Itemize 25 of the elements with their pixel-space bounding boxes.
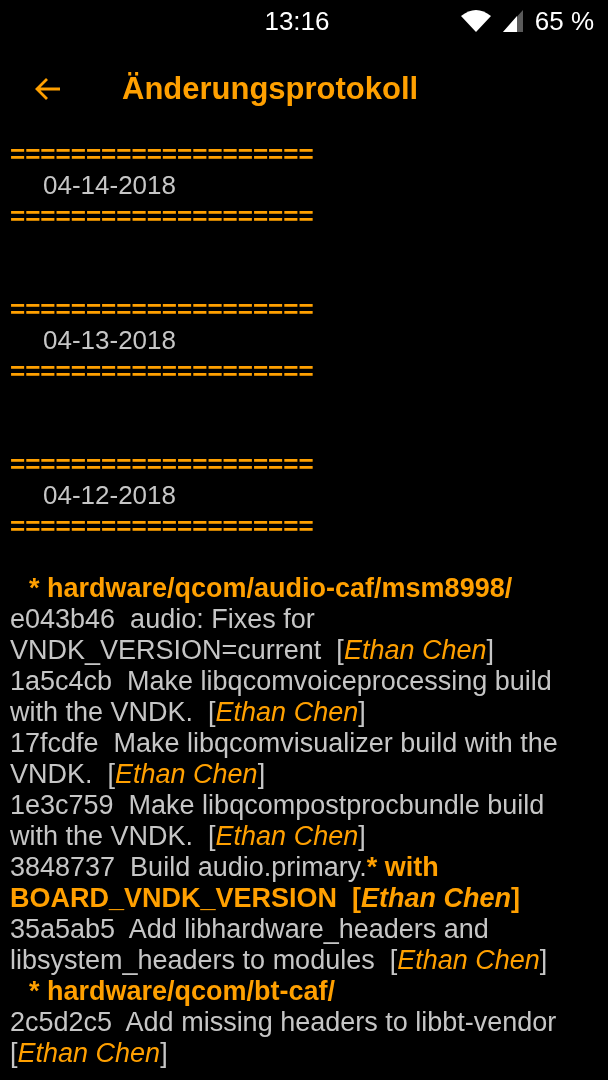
commit-entry: 1a5c4cb Make libqcomvoiceprocessing build with the VNDK. [Ethan Chen] — [10, 666, 553, 728]
project-path: * hardware/qcom/audio-caf/msm8998/ — [29, 573, 513, 604]
signal-icon — [502, 10, 523, 32]
commit-entry: 1e3c759 Make libqcompostprocbundle build with the VNDK. [Ethan Chen] — [10, 790, 546, 852]
commit-entry: e043b46 audio: Fixes for VNDK_VERSION=current [Ethan Chen] — [10, 604, 495, 666]
separator-line: ==================== — [10, 201, 314, 232]
back-button[interactable] — [34, 77, 62, 101]
separator-line: ==================== — [10, 511, 314, 542]
commit-entry: 3848737 Build audio.primary.* with BOARD_VNDK_VERSION [Ethan Chen] — [10, 852, 522, 914]
separator-line: ==================== — [10, 356, 314, 387]
back-arrow-icon — [34, 77, 62, 101]
date-heading: 04-12-2018 — [43, 480, 176, 511]
date-heading: 04-14-2018 — [43, 170, 176, 201]
wifi-icon — [460, 10, 491, 32]
commit-entry: 2c5d2c5 Add missing headers to libbt-vendor [Ethan Chen] — [10, 1007, 558, 1069]
screen-title: Änderungsprotokoll — [122, 70, 419, 108]
battery-percent: 65 % — [534, 8, 594, 34]
commit-entry: 35a5ab5 Add libhardware_headers and libsystem_headers to modules [Ethan Chen] — [10, 914, 549, 976]
project-path: * hardware/qcom/bt-caf/ — [29, 976, 336, 1007]
commit-entry: 17fcdfe Make libqcomvisualizer build with the VNDK. [Ethan Chen] — [10, 728, 559, 790]
separator-line: ==================== — [10, 449, 314, 480]
status-time: 13:16 — [264, 8, 330, 34]
date-heading: 04-13-2018 — [43, 325, 176, 356]
separator-line: ==================== — [10, 294, 314, 325]
separator-line: ==================== — [10, 139, 314, 170]
